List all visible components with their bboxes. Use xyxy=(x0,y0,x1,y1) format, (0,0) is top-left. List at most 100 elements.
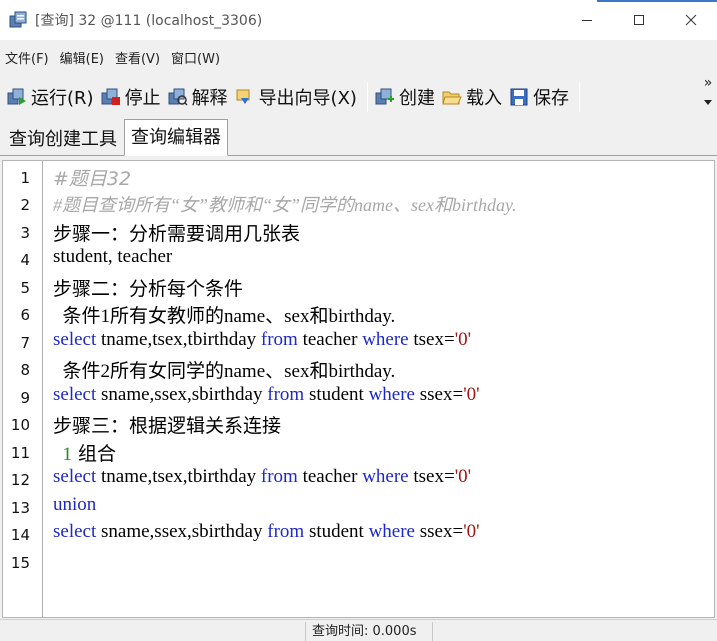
stop-label: 停止 xyxy=(124,88,161,109)
sql-text: ssex= xyxy=(415,384,464,405)
sql-text: student xyxy=(304,521,369,542)
minimize-button[interactable] xyxy=(561,0,613,40)
menu-edit[interactable]: 编辑(E) xyxy=(60,48,104,67)
export-icon xyxy=(235,88,255,106)
sql-text: tname,tsex,tbirthday xyxy=(96,466,261,487)
sql-text: sname,ssex,sbirthday xyxy=(96,521,268,542)
explain-label: 解释 xyxy=(191,88,228,109)
code-line: 条件1所有女教师的name、sex和birthday. xyxy=(53,301,396,328)
code-line: 步骤三：根据逻辑关系连接 xyxy=(53,411,281,438)
sql-keyword: select xyxy=(53,329,97,350)
step-text: 步骤三：根据逻辑关系连接 xyxy=(53,415,282,437)
query-time-status: 查询时间: 0.000s xyxy=(312,624,417,639)
sql-string: '0' xyxy=(463,521,480,542)
line-number: 6 xyxy=(20,306,30,324)
code-line: 步骤二：分析每个条件 xyxy=(53,274,243,301)
sql-keyword: where xyxy=(362,466,409,487)
window-controls xyxy=(561,0,717,40)
export-wizard-label: 导出向导(X) xyxy=(258,88,357,109)
sql-text: tsex= xyxy=(408,466,455,487)
export-wizard-button[interactable]: 导出向导(X) xyxy=(235,82,357,112)
sql-string: '0' xyxy=(463,384,480,405)
create-icon xyxy=(375,88,395,106)
line-number: 3 xyxy=(20,224,30,242)
sql-text: tsex= xyxy=(408,329,455,350)
sql-keyword: where xyxy=(368,521,415,542)
condition-text: 条件1所有女教师的name、sex和birthday. xyxy=(53,306,396,327)
code-line: select tname,tsex,tbirthday from teacher… xyxy=(53,329,471,351)
comment-text: #题目查询所有“女”教师和“女”同学的name、sex和birthday. xyxy=(53,195,517,215)
save-label: 保存 xyxy=(532,88,569,109)
sql-keyword: from xyxy=(260,466,298,487)
status-divider xyxy=(432,622,433,641)
sql-text: tname,tsex,tbirthday xyxy=(96,329,261,350)
minimize-icon xyxy=(582,20,592,21)
step-text: 步骤二：分析每个条件 xyxy=(53,278,244,300)
sql-keyword: select xyxy=(53,466,97,487)
code-line: #题目32 xyxy=(53,164,131,191)
line-number: 1 xyxy=(20,169,30,187)
code-line: select sname,ssex,sbirthday from student… xyxy=(53,521,480,543)
sql-keyword: from xyxy=(260,329,298,350)
line-number-gutter: 1 2 3 4 5 6 7 8 9 10 11 12 13 14 15 xyxy=(3,161,43,617)
stop-icon xyxy=(101,88,121,106)
save-button[interactable]: 保存 xyxy=(509,82,569,112)
sql-editor[interactable]: 1 2 3 4 5 6 7 8 9 10 11 12 13 14 15 #题目3… xyxy=(2,160,715,618)
chevron-down-icon xyxy=(703,97,713,109)
sql-text: teacher xyxy=(297,329,363,350)
line-number: 9 xyxy=(20,389,30,407)
load-button[interactable]: 载入 xyxy=(442,82,502,112)
create-label: 创建 xyxy=(398,88,435,109)
sql-keyword: select xyxy=(53,521,97,542)
plain-text: 组合 xyxy=(72,443,117,465)
editor-tabs: 查询创建工具 查询编辑器 xyxy=(0,119,717,156)
run-label: 运行(R) xyxy=(31,88,94,109)
save-icon xyxy=(509,88,529,106)
close-icon xyxy=(685,14,697,26)
toolbar-overflow-button[interactable]: » xyxy=(703,76,713,117)
line-number: 4 xyxy=(20,251,30,269)
sql-text: ssex= xyxy=(415,521,464,542)
menu-window[interactable]: 窗口(W) xyxy=(171,48,220,67)
sql-string: '0' xyxy=(454,466,472,487)
step-text: 步骤一：分析需要调用几张表 xyxy=(53,223,301,245)
code-line: 条件2所有女同学的name、sex和birthday. xyxy=(53,356,396,383)
sql-text: sname,ssex,sbirthday xyxy=(96,384,268,405)
sql-string: '0' xyxy=(454,329,472,350)
maximize-icon xyxy=(634,15,644,25)
sql-keyword: select xyxy=(53,384,97,405)
sql-keyword: where xyxy=(362,329,409,350)
create-button[interactable]: 创建 xyxy=(375,82,435,112)
run-button[interactable]: 运行(R) xyxy=(7,82,94,112)
stop-button[interactable]: 停止 xyxy=(101,82,161,112)
plain-text: student, teacher xyxy=(53,246,173,267)
app-window: [查询] 32 @111 (localhost_3306) 文件(F) 编辑(E… xyxy=(0,0,717,641)
menu-view[interactable]: 查看(V) xyxy=(115,48,160,67)
database-query-icon xyxy=(9,11,27,29)
title-bar: [查询] 32 @111 (localhost_3306) xyxy=(0,0,717,40)
condition-text: 条件2所有女同学的name、sex和birthday. xyxy=(53,361,396,382)
line-number: 14 xyxy=(10,526,30,544)
code-line: select sname,ssex,sbirthday from student… xyxy=(53,384,480,406)
code-line: union xyxy=(53,494,96,516)
explain-button[interactable]: 解释 xyxy=(168,82,228,112)
comment-text: #题目32 xyxy=(53,168,132,190)
line-number: 5 xyxy=(20,279,30,297)
menu-file[interactable]: 文件(F) xyxy=(5,48,49,67)
toolbar-separator xyxy=(366,82,368,112)
maximize-button[interactable] xyxy=(613,0,665,40)
tab-query-editor[interactable]: 查询编辑器 xyxy=(124,119,228,156)
line-number: 8 xyxy=(20,361,30,379)
code-line: 步骤一：分析需要调用几张表 xyxy=(53,219,300,246)
line-number: 13 xyxy=(10,499,30,517)
window-title: [查询] 32 @111 (localhost_3306) xyxy=(35,13,263,29)
close-button[interactable] xyxy=(665,0,717,40)
code-line: student, teacher xyxy=(53,246,172,268)
folder-open-icon xyxy=(442,88,462,106)
code-line: #题目查询所有“女”教师和“女”同学的name、sex和birthday. xyxy=(53,191,517,217)
code-line: select tname,tsex,tbirthday from teacher… xyxy=(53,466,471,488)
line-number: 11 xyxy=(10,444,30,462)
tab-query-builder[interactable]: 查询创建工具 xyxy=(2,123,124,155)
run-icon xyxy=(7,88,27,106)
sql-keyword: from xyxy=(267,384,305,405)
